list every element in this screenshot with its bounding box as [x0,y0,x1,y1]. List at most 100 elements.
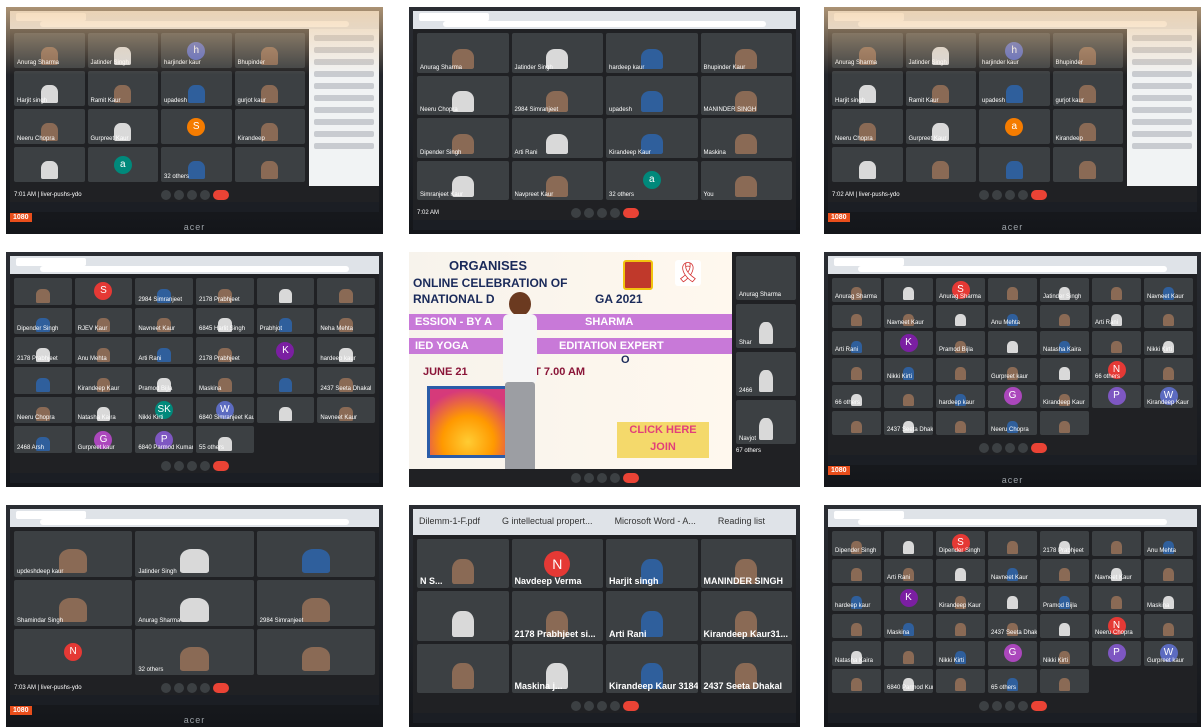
participant-tile[interactable]: SK Nikki Kirti [135,396,193,424]
participant-tile[interactable] [988,331,1037,355]
camera-button[interactable] [991,701,1002,711]
more-button[interactable] [1017,443,1028,453]
participant-tile[interactable] [832,357,881,382]
participant-tile[interactable]: N S... [417,539,509,589]
mic-button[interactable] [570,701,581,711]
participant-tile[interactable]: K [256,337,315,364]
participant-tile[interactable] [1092,278,1141,302]
participant-tile[interactable]: Arti Rani [606,591,698,641]
participant-tile[interactable] [1144,613,1193,638]
participant-tile[interactable]: S [161,109,232,144]
address-bar[interactable] [40,266,349,272]
present-button[interactable] [596,701,607,711]
participant-tile[interactable]: 2178 Prabhjeet [196,278,254,305]
participant-tile[interactable]: Neeru Chopra [832,109,903,144]
participant-tile[interactable]: MANINDER SINGH [700,539,792,589]
participant-tile[interactable]: updeshdeep kaur [14,531,133,577]
participant-tile[interactable]: Nikki Kirti [1040,641,1089,666]
participant-tile[interactable] [936,613,985,638]
participant-tile[interactable]: P 6840 Parmod Kumar [135,426,193,453]
participant-tile[interactable]: Anurag Sharma [417,33,509,73]
participant-tile[interactable]: upadesh [606,75,698,115]
participant-tile[interactable]: Pramod Bijla [135,366,193,394]
present-button[interactable] [596,208,607,218]
participant-tile[interactable] [1144,357,1193,382]
participant-tile[interactable]: 66 others [832,384,881,409]
participant-tile[interactable]: Shar [736,304,796,348]
participant-tile[interactable]: K [884,586,933,611]
participant-tile[interactable]: Harjit singh [832,71,903,106]
participant-tile[interactable]: 55 others [196,426,254,453]
browser-tab[interactable] [16,511,86,519]
people-list-item[interactable] [314,131,374,137]
participant-tile[interactable]: Navneet Kaur [884,304,933,329]
participant-tile[interactable]: 2437 Seeta Dhakal [884,411,933,435]
participant-tile[interactable]: Anu Mehta [74,337,133,364]
participant-tile[interactable]: Ramit Kaur [905,71,976,106]
participant-tile[interactable]: Gurpreet Kaur [905,109,976,144]
participant-tile[interactable] [936,304,985,329]
participant-tile[interactable]: Harjit singh [14,71,85,106]
participant-tile[interactable]: Dipender Singh [832,531,881,556]
participant-tile[interactable] [979,147,1050,182]
participant-tile[interactable]: Jatinder Singh [511,33,603,73]
participant-tile[interactable]: Maskina j... [511,643,603,693]
participant-tile[interactable]: Navneet Kaur [1092,558,1141,583]
people-list-item[interactable] [314,95,374,101]
camera-button[interactable] [583,701,594,711]
leave-call-button[interactable] [1030,701,1047,711]
participant-tile[interactable] [936,357,985,382]
bookmark-item[interactable]: Dilemm-1-F.pdf [419,516,480,526]
participant-tile[interactable] [256,396,315,424]
participant-tile[interactable] [936,411,985,435]
participant-tile[interactable]: Maskina [884,613,933,638]
more-button[interactable] [1017,190,1028,200]
browser-tab[interactable] [16,258,86,266]
participant-tile[interactable]: a 32 others [606,160,698,200]
participant-tile[interactable] [884,384,933,409]
participant-tile[interactable] [832,411,881,435]
bookmark-item[interactable]: Reading list [718,516,765,526]
participant-tile[interactable] [936,558,985,583]
camera-button[interactable] [991,443,1002,453]
participant-tile[interactable]: Neeru Chopra [14,109,85,144]
participant-tile[interactable] [234,147,305,182]
address-bar[interactable] [858,266,1167,272]
participant-tile[interactable] [832,147,903,182]
participant-tile[interactable]: N [14,629,133,675]
camera-button[interactable] [991,190,1002,200]
participant-tile[interactable]: N Neeru Chopra [1092,613,1141,638]
camera-button[interactable] [583,208,594,218]
address-bar[interactable] [443,21,766,27]
participant-tile[interactable] [1040,668,1089,693]
leave-call-button[interactable] [212,190,229,200]
mic-button[interactable] [160,683,171,693]
people-list-item[interactable] [1132,107,1192,113]
participant-tile[interactable]: Kirandeep Kaur31... [700,591,792,641]
participant-tile[interactable]: Anu Mehta [1144,531,1193,556]
participant-tile[interactable]: 6840 Parmod Kumar [884,668,933,693]
present-button[interactable] [1004,701,1015,711]
participant-tile[interactable] [1092,331,1141,355]
leave-call-button[interactable] [622,473,639,483]
self-view-tile[interactable]: Anurag Sharma [736,256,796,300]
participant-tile[interactable]: W 6840 Simranjeet Kaur [196,396,254,424]
participant-tile[interactable] [256,278,315,305]
participant-tile[interactable]: Navneet Kaur [317,396,375,424]
browser-tab[interactable] [419,13,489,21]
participant-tile[interactable]: a [979,109,1050,144]
camera-button[interactable] [173,190,184,200]
participant-tile[interactable]: Jatinder Singh [1040,278,1089,302]
participant-tile[interactable] [417,643,509,693]
leave-call-button[interactable] [212,683,229,693]
participant-tile[interactable]: Pramod Bijla [1040,586,1089,611]
participant-tile[interactable]: 2178 Prabhjeet [1040,531,1089,556]
people-list-item[interactable] [314,107,374,113]
participant-tile[interactable]: Maskina [1144,586,1193,611]
participant-tile[interactable]: Navneet Kaur [988,558,1037,583]
participant-tile[interactable]: Kirandeep Kaur [936,586,985,611]
participant-tile[interactable] [884,278,933,302]
participant-tile[interactable]: P [1092,641,1141,666]
participant-tile[interactable] [256,366,315,394]
participant-tile[interactable]: Arti Rani [135,337,193,364]
